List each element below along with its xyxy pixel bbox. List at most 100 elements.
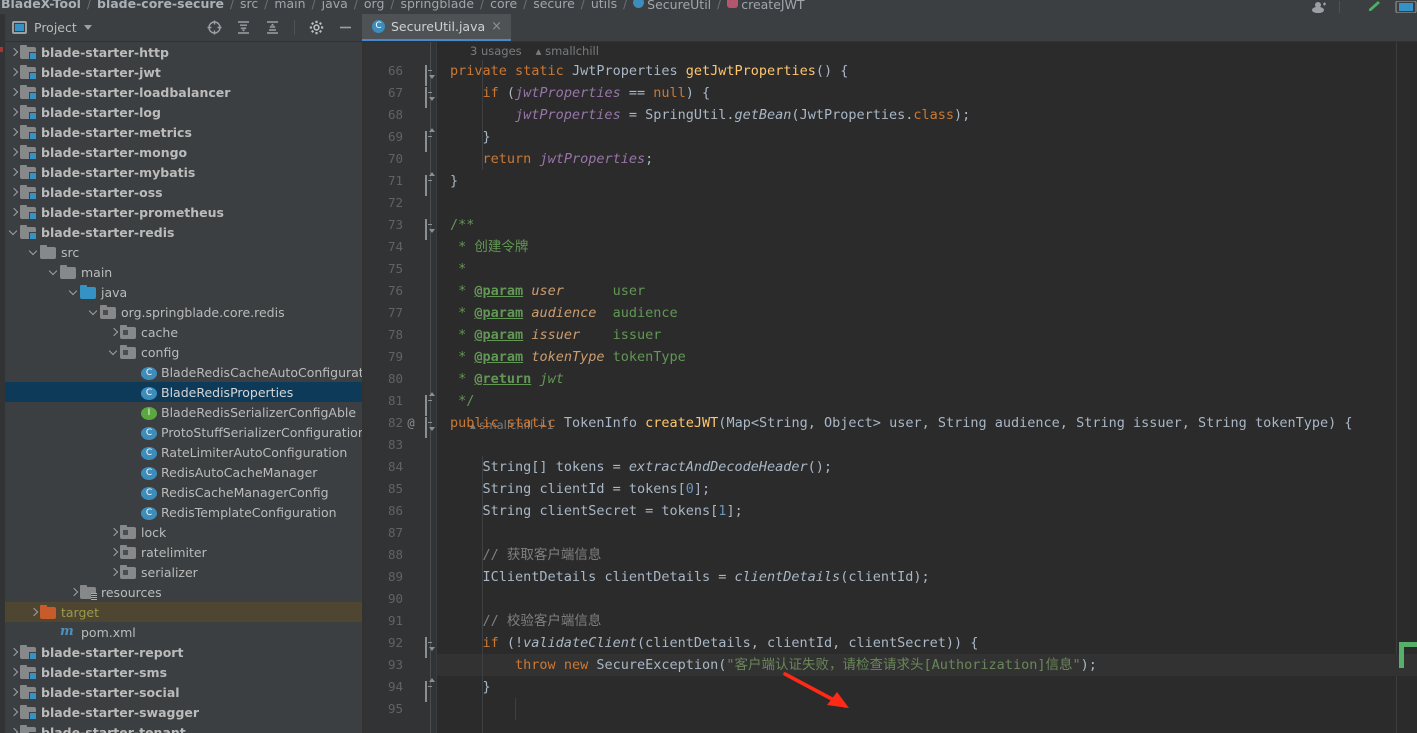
chevron-right-icon[interactable] xyxy=(8,706,20,718)
code-fold-toggle[interactable] xyxy=(425,172,436,196)
tree-row[interactable]: ratelimiter xyxy=(0,542,362,562)
breadcrumb-item[interactable]: SecureUtil xyxy=(632,0,712,11)
chevron-down-icon[interactable] xyxy=(8,226,20,238)
tree-row[interactable]: C RedisTemplateConfiguration xyxy=(0,502,362,522)
code-line[interactable]: 91 // 校验客户端信息 xyxy=(365,610,1417,632)
usages-hint[interactable]: 3 usages xyxy=(470,44,522,58)
code-line[interactable]: 87 xyxy=(365,522,1417,544)
tree-row[interactable]: C RateLimiterAutoConfiguration xyxy=(0,442,362,462)
tree-row[interactable]: main xyxy=(0,262,362,282)
tree-row[interactable]: blade-starter-oss xyxy=(0,182,362,202)
chevron-right-icon[interactable] xyxy=(108,526,120,538)
tree-row[interactable]: m pom.xml xyxy=(0,622,362,642)
tree-row[interactable]: target xyxy=(0,602,362,622)
tree-row[interactable]: blade-starter-social xyxy=(0,682,362,702)
code-line[interactable]: 69 } xyxy=(365,126,1417,152)
code-line[interactable]: 74 * 创建令牌 xyxy=(365,236,1417,258)
annotation-marker-icon[interactable]: @ xyxy=(405,412,417,434)
code-line[interactable]: 75 * xyxy=(365,258,1417,280)
tree-row[interactable]: resources xyxy=(0,582,362,602)
breadcrumb-item[interactable]: src xyxy=(239,0,259,10)
code-fold-toggle[interactable] xyxy=(425,417,436,438)
tree-row[interactable]: blade-starter-sms xyxy=(0,662,362,682)
chevron-right-icon[interactable] xyxy=(108,326,120,338)
tree-row[interactable]: blade-starter-mongo xyxy=(0,142,362,162)
code-line[interactable]: 70 return jwtProperties; xyxy=(365,148,1417,170)
chevron-right-icon[interactable] xyxy=(8,726,20,733)
chevron-right-icon[interactable] xyxy=(68,586,80,598)
breadcrumb-item[interactable]: secure xyxy=(532,0,576,10)
collapse-all-icon[interactable] xyxy=(265,20,280,35)
code-fold-toggle[interactable] xyxy=(425,128,436,152)
code-line[interactable]: 82 @ public static TokenInfo createJWT(Map… xyxy=(365,412,1417,438)
breadcrumb-item[interactable]: utils xyxy=(590,0,618,10)
tree-row[interactable]: blade-starter-mybatis xyxy=(0,162,362,182)
code-line[interactable]: 86 String clientSecret = tokens[1]; xyxy=(365,500,1417,522)
chevron-right-icon[interactable] xyxy=(8,646,20,658)
breadcrumb-item[interactable]: BladeX-Tool xyxy=(0,0,82,10)
code-line[interactable]: 67 if (jwtProperties == null) { xyxy=(365,82,1417,108)
chevron-down-icon[interactable] xyxy=(48,266,60,278)
code-line[interactable]: 85 String clientId = tokens[0]; xyxy=(365,478,1417,500)
code-line[interactable]: 66 private static JwtProperties getJwtPro… xyxy=(365,60,1417,86)
chevron-right-icon[interactable] xyxy=(8,126,20,138)
tree-row[interactable]: lock xyxy=(0,522,362,542)
tree-row[interactable]: java xyxy=(0,282,362,302)
chevron-right-icon[interactable] xyxy=(8,166,20,178)
chevron-right-icon[interactable] xyxy=(8,206,20,218)
hide-panel-icon[interactable] xyxy=(338,20,353,35)
tree-row[interactable]: blade-starter-report xyxy=(0,642,362,662)
code-line[interactable]: 80 * @return jwt xyxy=(365,368,1417,390)
tree-row[interactable]: C BladeRedisCacheAutoConfigurati xyxy=(0,362,362,382)
code-line[interactable]: 78 * @param issuer issuer xyxy=(365,324,1417,346)
code-line[interactable]: 84 String[] tokens = extractAndDecodeHea… xyxy=(365,456,1417,478)
code-line[interactable]: 72 xyxy=(365,192,1417,214)
tree-row[interactable]: C ProtoStuffSerializerConfiguration xyxy=(0,422,362,442)
code-line[interactable]: 68 jwtProperties = SpringUtil.getBean(Jw… xyxy=(365,104,1417,126)
code-line[interactable]: 77 * @param audience audience xyxy=(365,302,1417,324)
tree-row[interactable]: blade-starter-log xyxy=(0,102,362,122)
code-line[interactable]: 95 xyxy=(365,698,1417,720)
code-line[interactable]: 76 * @param user user xyxy=(365,280,1417,302)
tree-row[interactable]: blade-starter-tenant xyxy=(0,722,362,733)
tree-row[interactable]: cache xyxy=(0,322,362,342)
project-tree[interactable]: blade-starter-http blade-starter-jwt blade… xyxy=(0,42,362,733)
chevron-right-icon[interactable] xyxy=(28,606,40,618)
breadcrumb-item[interactable]: java xyxy=(321,0,349,10)
tree-row[interactable]: I BladeRedisSerializerConfigAble xyxy=(0,402,362,422)
code-line[interactable]: 81 */ xyxy=(365,390,1417,416)
tree-row[interactable]: blade-starter-metrics xyxy=(0,122,362,142)
code-line[interactable]: 71} xyxy=(365,170,1417,196)
code-line[interactable]: 89 IClientDetails clientDetails = client… xyxy=(365,566,1417,588)
code-fold-toggle[interactable] xyxy=(425,678,436,702)
chevron-right-icon[interactable] xyxy=(8,146,20,158)
chevron-right-icon[interactable] xyxy=(8,666,20,678)
user-account-icon[interactable] xyxy=(1311,0,1327,14)
tree-row[interactable]: blade-starter-loadbalancer xyxy=(0,82,362,102)
close-icon[interactable]: × xyxy=(491,20,502,33)
tree-row[interactable]: blade-starter-swagger xyxy=(0,702,362,722)
tree-row[interactable]: blade-starter-http xyxy=(0,42,362,62)
code-fold-toggle[interactable] xyxy=(425,637,436,658)
chevron-right-icon[interactable] xyxy=(8,66,20,78)
chevron-right-icon[interactable] xyxy=(8,46,20,58)
code-fold-toggle[interactable] xyxy=(425,392,436,416)
chevron-right-icon[interactable] xyxy=(8,86,20,98)
code-line[interactable]: 90 xyxy=(365,588,1417,610)
chevron-right-icon[interactable] xyxy=(108,546,120,558)
code-line[interactable]: 83 xyxy=(365,434,1417,456)
settings-gear-icon[interactable] xyxy=(309,20,324,35)
code-line[interactable]: 73 /** xyxy=(365,214,1417,240)
code-fold-toggle[interactable] xyxy=(425,65,436,86)
tree-row[interactable]: blade-starter-jwt xyxy=(0,62,362,82)
code-line[interactable]: 93 throw new SecureException("客户端认证失败，请检… xyxy=(365,654,1417,676)
breadcrumb-item[interactable]: main xyxy=(273,0,306,10)
chevron-right-icon[interactable] xyxy=(108,566,120,578)
code-line[interactable]: 79 * @param tokenType tokenType xyxy=(365,346,1417,368)
tree-row[interactable]: serializer xyxy=(0,562,362,582)
code-line[interactable]: 88 // 获取客户端信息 xyxy=(365,544,1417,566)
code-line[interactable]: 92 if (!validateClient(clientDetails, cl… xyxy=(365,632,1417,658)
tree-row[interactable]: config xyxy=(0,342,362,362)
chevron-down-icon[interactable] xyxy=(83,25,92,30)
tab-secureutil-java[interactable]: C SecureUtil.java × xyxy=(362,14,512,41)
